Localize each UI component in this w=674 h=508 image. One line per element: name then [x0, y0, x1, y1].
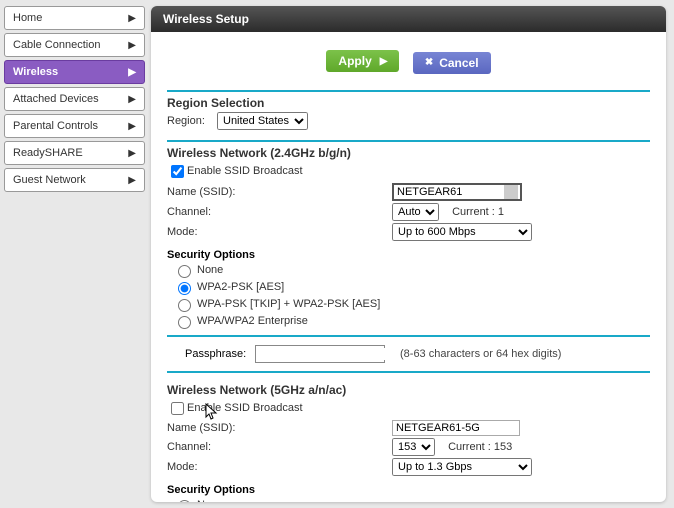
nav-label: ReadySHARE [13, 147, 83, 159]
sec24-none-radio[interactable] [178, 265, 191, 278]
nav-guest-network[interactable]: Guest Network ▶ [4, 168, 145, 192]
nav-readyshare[interactable]: ReadySHARE ▶ [4, 141, 145, 165]
mode5-label: Mode: [167, 461, 392, 473]
chevron-right-icon: ▶ [128, 175, 136, 186]
nav-label: Guest Network [13, 174, 86, 186]
sec24-enterprise-radio[interactable] [178, 316, 191, 329]
chevron-right-icon: ▶ [128, 67, 136, 78]
passphrase-label: Passphrase: [185, 348, 255, 360]
channel5-info: Current : 153 [448, 441, 512, 453]
apply-button[interactable]: Apply [326, 50, 399, 72]
band5-heading: Wireless Network (5GHz a/n/ac) [167, 379, 650, 397]
sec5-none-radio[interactable] [178, 500, 191, 503]
sec5-none-label: None [197, 499, 223, 503]
keyboard-icon[interactable] [504, 185, 518, 199]
toolbar: Apply Cancel [151, 32, 666, 78]
sec24-wpa-mixed-radio[interactable] [178, 299, 191, 312]
band24-heading: Wireless Network (2.4GHz b/g/n) [167, 140, 650, 160]
region-select[interactable]: United States [217, 112, 308, 130]
chevron-right-icon: ▶ [128, 148, 136, 159]
passphrase-input[interactable] [256, 348, 404, 360]
nav-label: Home [13, 12, 42, 24]
chevron-right-icon: ▶ [128, 40, 136, 51]
chevron-right-icon: ▶ [128, 121, 136, 132]
sec24-wpa-mixed-label: WPA-PSK [TKIP] + WPA2-PSK [AES] [197, 298, 380, 310]
nav-cable-connection[interactable]: Cable Connection ▶ [4, 33, 145, 57]
nav-label: Wireless [13, 66, 58, 78]
security24-heading: Security Options [167, 249, 650, 261]
mode5-select[interactable]: Up to 1.3 Gbps [392, 458, 532, 476]
channel5-label: Channel: [167, 441, 392, 453]
region-heading: Region Selection [167, 90, 650, 110]
ssid5-input[interactable] [392, 420, 520, 436]
ssid24-label: Name (SSID): [167, 186, 392, 198]
region-label: Region: [167, 115, 217, 127]
sec24-none-label: None [197, 264, 223, 276]
sec24-enterprise-label: WPA/WPA2 Enterprise [197, 315, 308, 327]
ssid5-label: Name (SSID): [167, 422, 392, 434]
nav-parental-controls[interactable]: Parental Controls ▶ [4, 114, 145, 138]
nav-wireless[interactable]: Wireless ▶ [4, 60, 145, 84]
enable-ssid-5-label: Enable SSID Broadcast [187, 402, 303, 414]
channel24-select[interactable]: Auto [392, 203, 439, 221]
nav-attached-devices[interactable]: Attached Devices ▶ [4, 87, 145, 111]
cancel-button[interactable]: Cancel [413, 52, 491, 74]
main-panel: Wireless Setup Apply Cancel Region Selec… [151, 6, 666, 502]
enable-ssid-24-label: Enable SSID Broadcast [187, 165, 303, 177]
chevron-right-icon: ▶ [128, 13, 136, 24]
mode24-label: Mode: [167, 226, 392, 238]
sec24-wpa2-radio[interactable] [178, 282, 191, 295]
page-title: Wireless Setup [151, 6, 666, 32]
channel24-label: Channel: [167, 206, 392, 218]
sidebar: Home ▶ Cable Connection ▶ Wireless ▶ Att… [0, 0, 145, 508]
content-area[interactable]: Region Selection Region: United States W… [151, 78, 666, 503]
channel24-info: Current : 1 [452, 206, 504, 218]
security5-heading: Security Options [167, 484, 650, 496]
chevron-right-icon: ▶ [128, 94, 136, 105]
channel5-select[interactable]: 153 [392, 438, 435, 456]
sec24-wpa2-label: WPA2-PSK [AES] [197, 281, 284, 293]
nav-home[interactable]: Home ▶ [4, 6, 145, 30]
enable-ssid-24-checkbox[interactable] [171, 165, 184, 178]
nav-label: Attached Devices [13, 93, 99, 105]
enable-ssid-5-checkbox[interactable] [171, 402, 184, 415]
ssid24-input[interactable] [394, 185, 504, 199]
passphrase-hint: (8-63 characters or 64 hex digits) [400, 348, 561, 360]
nav-label: Cable Connection [13, 39, 100, 51]
mode24-select[interactable]: Up to 600 Mbps [392, 223, 532, 241]
passphrase-row: Passphrase: (8-63 characters or 64 hex d… [167, 335, 650, 373]
nav-label: Parental Controls [13, 120, 98, 132]
